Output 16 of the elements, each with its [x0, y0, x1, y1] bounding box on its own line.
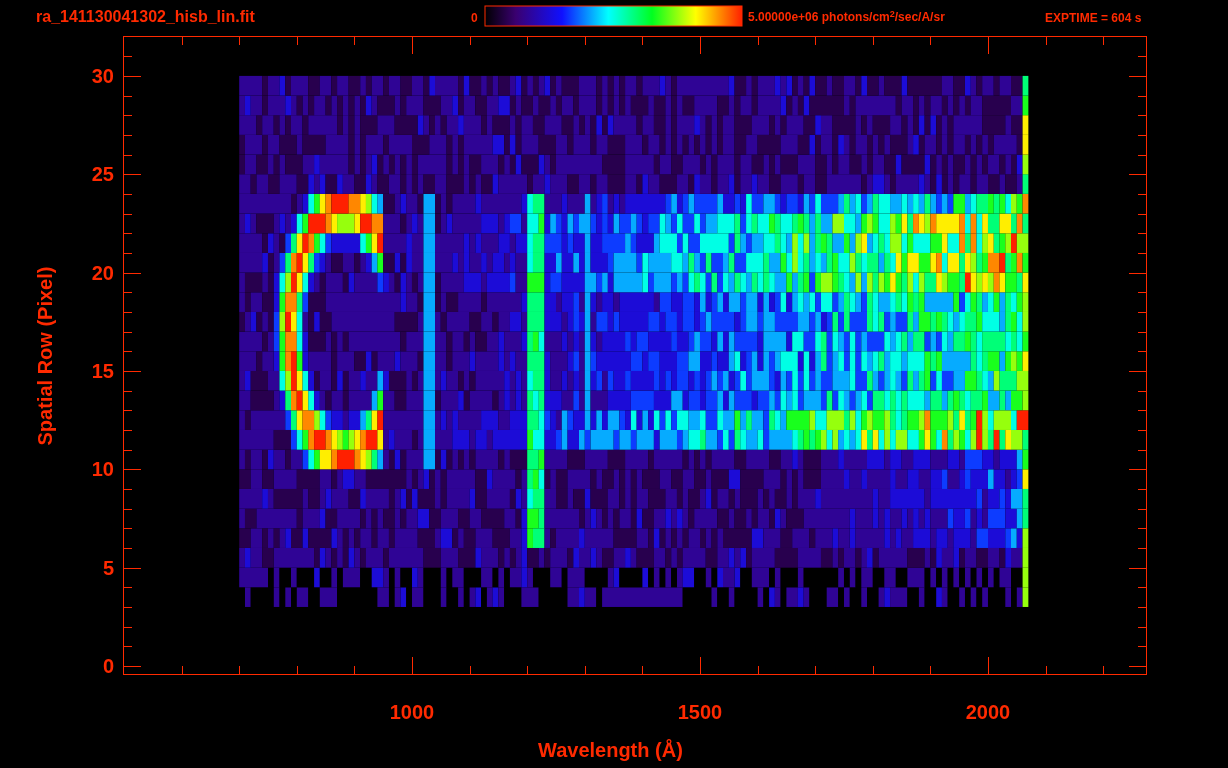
y-tick-label: 25: [90, 163, 114, 186]
plot-title: ra_141130041302_hisb_lin.fit: [36, 8, 255, 26]
exposure-time: EXPTIME = 604 s: [1045, 11, 1142, 25]
colorbar-max-label: 5.00000e+06 photons/cm$^{2}$/sec/A/sr: [748, 9, 945, 25]
y-tick-label: 5: [101, 556, 114, 579]
x-tick-label: 1500: [676, 701, 724, 723]
y-tick-label: 0: [101, 655, 114, 677]
x-tick-label: 2000: [964, 701, 1012, 723]
y-tick-label: 10: [90, 458, 114, 481]
y-axis-label: Spatial Row (Pixel): [33, 265, 57, 448]
colorbar-min-label: 0: [471, 11, 478, 25]
y-tick-label: 20: [90, 261, 114, 284]
y-tick-label: 30: [90, 64, 114, 87]
x-axis-label: Wavelength (Å): [538, 738, 683, 762]
x-tick-label: 1000: [388, 701, 436, 723]
y-tick-label: 15: [90, 359, 114, 382]
